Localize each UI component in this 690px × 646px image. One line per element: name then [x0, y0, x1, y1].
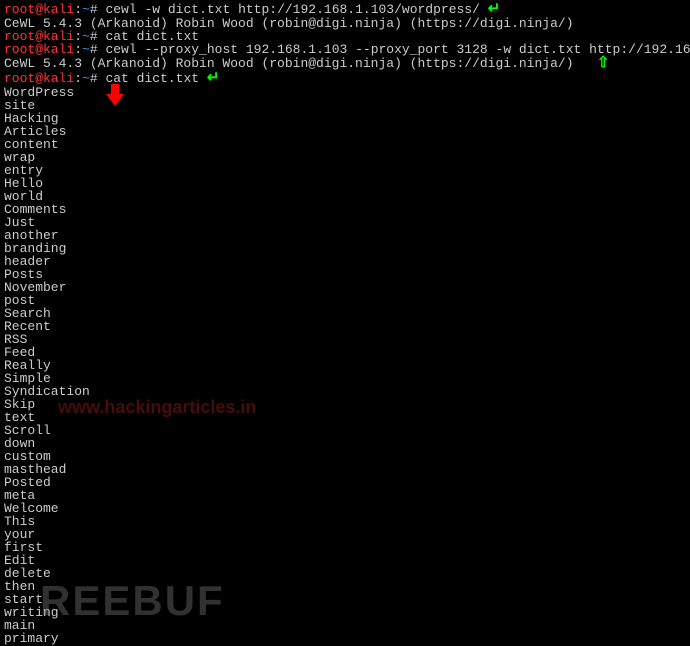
wordlist-item: This	[4, 515, 686, 528]
wordlist-item: then	[4, 580, 686, 593]
enter-arrow-icon: ↵	[488, 2, 501, 17]
wordlist-item: meta	[4, 489, 686, 502]
wordlist-item: header	[4, 255, 686, 268]
prompt-hash: #	[90, 71, 106, 86]
prompt-sep: :	[74, 2, 82, 17]
command-line: root@kali:~# cewl -w dict.txt http://192…	[4, 2, 686, 17]
output-line: CeWL 5.4.3 (Arkanoid) Robin Wood (robin@…	[4, 56, 686, 71]
wordlist-item: entry	[4, 164, 686, 177]
command-text: cat dict.txt	[105, 71, 199, 86]
wordlist-item: content	[4, 138, 686, 151]
wordlist-item: Posted	[4, 476, 686, 489]
wordlist-item: Edit	[4, 554, 686, 567]
wordlist-item: November	[4, 281, 686, 294]
wordlist-item: Comments	[4, 203, 686, 216]
wordlist-item: Skip	[4, 398, 686, 411]
prompt-path: ~	[82, 71, 90, 86]
wordlist-item: writing	[4, 606, 686, 619]
wordlist-item: custom	[4, 450, 686, 463]
command-line: root@kali:~# cat dict.txt ↵	[4, 71, 686, 86]
wordlist-item: RSS	[4, 333, 686, 346]
command-line: root@kali:~# cewl --proxy_host 192.168.1…	[4, 43, 686, 56]
prompt-sep: :	[74, 42, 82, 57]
prompt-user: root@kali	[4, 42, 74, 57]
prompt-sep: :	[74, 71, 82, 86]
wordlist-item: wrap	[4, 151, 686, 164]
wordlist-item: Recent	[4, 320, 686, 333]
up-arrow-icon: ⇧	[597, 56, 610, 71]
wordlist-item: primary	[4, 632, 686, 645]
enter-arrow-icon: ↵	[207, 71, 220, 86]
wordlist-item: another	[4, 229, 686, 242]
wordlist-item: Simple	[4, 372, 686, 385]
wordlist-item: Welcome	[4, 502, 686, 515]
wordlist-item: Posts	[4, 268, 686, 281]
wordlist-item: start	[4, 593, 686, 606]
wordlist-item: text	[4, 411, 686, 424]
wordlist-item: masthead	[4, 463, 686, 476]
wordlist-item: Hacking	[4, 112, 686, 125]
prompt-hash: #	[90, 2, 106, 17]
wordlist-item: delete	[4, 567, 686, 580]
wordlist-item: Scroll	[4, 424, 686, 437]
wordlist-item: Syndication	[4, 385, 686, 398]
wordlist-item: your	[4, 528, 686, 541]
prompt-user: root@kali	[4, 2, 74, 17]
command-text: cewl -w dict.txt http://192.168.1.103/wo…	[105, 2, 479, 17]
wordlist-item: first	[4, 541, 686, 554]
wordlist-item: main	[4, 619, 686, 632]
wordlist-item: Articles	[4, 125, 686, 138]
wordlist-item: down	[4, 437, 686, 450]
wordlist-item: Just	[4, 216, 686, 229]
prompt-path: ~	[82, 2, 90, 17]
wordlist-item: Really	[4, 359, 686, 372]
wordlist-item: branding	[4, 242, 686, 255]
prompt-hash: #	[90, 42, 106, 57]
wordlist-item: post	[4, 294, 686, 307]
prompt-path: ~	[82, 42, 90, 57]
wordlist-item: Feed	[4, 346, 686, 359]
wordlist-item: Hello	[4, 177, 686, 190]
wordlist-item: Search	[4, 307, 686, 320]
prompt-user: root@kali	[4, 71, 74, 86]
wordlist-item: world	[4, 190, 686, 203]
